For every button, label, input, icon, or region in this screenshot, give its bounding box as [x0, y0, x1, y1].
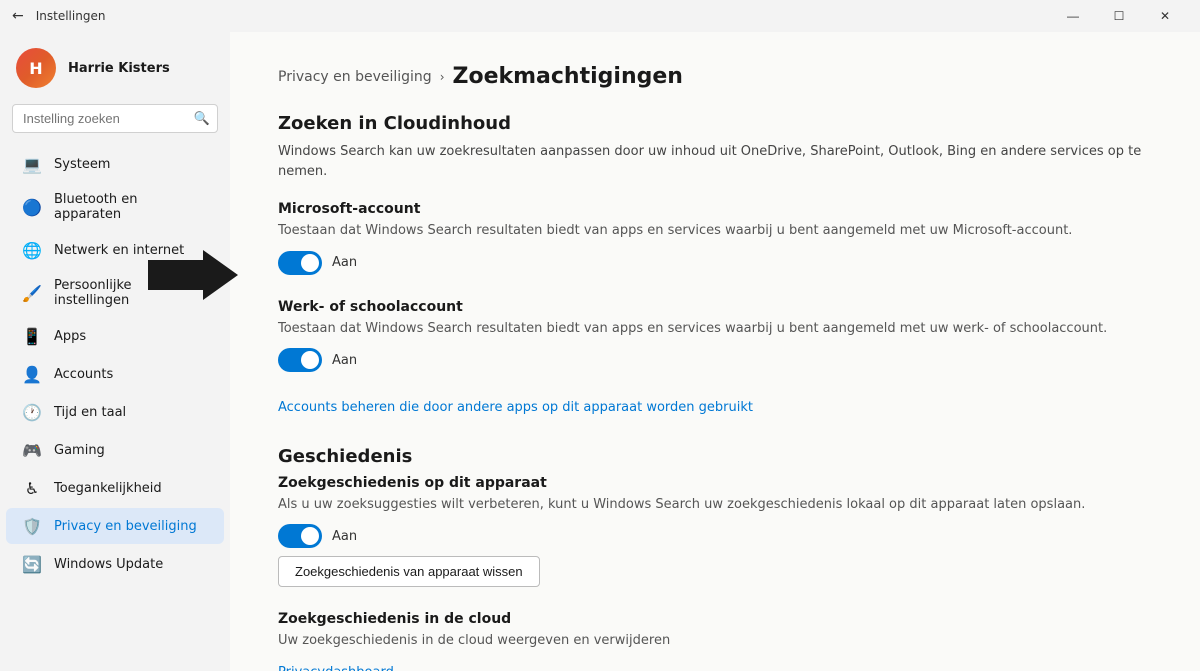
work-account-toggle[interactable] [278, 348, 322, 372]
sidebar-label-update: Windows Update [54, 557, 163, 572]
app-title: Instellingen [36, 9, 106, 23]
sidebar-label-bluetooth: Bluetooth en apparaten [54, 192, 208, 222]
gaming-icon: 🎮 [22, 440, 42, 460]
sidebar-item-accounts[interactable]: 👤 Accounts [6, 356, 224, 392]
update-icon: 🔄 [22, 554, 42, 574]
apps-icon: 📱 [22, 326, 42, 346]
device-history-toggle-label: Aan [332, 529, 357, 544]
search-box[interactable]: 🔍 [12, 104, 218, 133]
breadcrumb: Privacy en beveiliging › Zoekmachtiginge… [278, 64, 1152, 89]
breadcrumb-sep: › [440, 70, 445, 84]
privacy-icon: 🛡️ [22, 516, 42, 536]
work-account-block: Werk- of schoolaccount Toestaan dat Wind… [278, 299, 1152, 373]
accounts-icon: 👤 [22, 364, 42, 384]
netwerk-icon: 🌐 [22, 240, 42, 260]
back-button[interactable]: ← [12, 8, 24, 24]
user-profile: H Harrie Kisters [0, 32, 230, 100]
persoonlijk-icon: 🖌️ [22, 283, 42, 303]
sidebar-label-toegankelijkheid: Toegankelijkheid [54, 481, 162, 496]
cloud-section-desc: Windows Search kan uw zoekresultaten aan… [278, 142, 1152, 181]
device-history-toggle-row: Aan [278, 524, 1152, 548]
microsoft-account-label: Microsoft-account [278, 201, 1152, 217]
microsoft-account-toggle-label: Aan [332, 255, 357, 270]
breadcrumb-parent[interactable]: Privacy en beveiliging [278, 69, 432, 85]
sidebar-label-netwerk: Netwerk en internet [54, 243, 184, 258]
bluetooth-icon: 🔵 [22, 197, 42, 217]
microsoft-account-toggle[interactable] [278, 251, 322, 275]
cloud-history-block: Zoekgeschiedenis in de cloud Uw zoekgesc… [278, 611, 1152, 671]
sidebar-item-toegankelijkheid[interactable]: ♿ Toegankelijkheid [6, 470, 224, 506]
manage-accounts-link[interactable]: Accounts beheren die door andere apps op… [278, 400, 753, 415]
device-history-label: Zoekgeschiedenis op dit apparaat [278, 475, 1152, 491]
sidebar-label-systeem: Systeem [54, 157, 110, 172]
main-content: Privacy en beveiliging › Zoekmachtiginge… [230, 32, 1200, 671]
sidebar-label-tijd: Tijd en taal [54, 405, 126, 420]
sidebar-item-apps[interactable]: 📱 Apps [6, 318, 224, 354]
sidebar-label-privacy: Privacy en beveiliging [54, 519, 197, 534]
sidebar-item-netwerk[interactable]: 🌐 Netwerk en internet [6, 232, 224, 268]
microsoft-account-block: Microsoft-account Toestaan dat Windows S… [278, 201, 1152, 275]
cloud-section-title: Zoeken in Cloudinhoud [278, 113, 1152, 134]
device-history-block: Zoekgeschiedenis op dit apparaat Als u u… [278, 475, 1152, 588]
device-history-toggle[interactable] [278, 524, 322, 548]
search-icon: 🔍 [194, 111, 210, 126]
work-account-toggle-label: Aan [332, 353, 357, 368]
minimize-button[interactable]: — [1050, 0, 1096, 32]
sidebar-item-update[interactable]: 🔄 Windows Update [6, 546, 224, 582]
work-account-sublabel: Toestaan dat Windows Search resultaten b… [278, 319, 1152, 339]
search-input[interactable] [12, 104, 218, 133]
history-section-title: Geschiedenis [278, 446, 1152, 467]
tijd-icon: 🕐 [22, 402, 42, 422]
systeem-icon: 💻 [22, 154, 42, 174]
avatar: H [16, 48, 56, 88]
sidebar-label-apps: Apps [54, 329, 86, 344]
title-bar: ← Instellingen — ☐ ✕ [0, 0, 1200, 32]
sidebar-item-privacy[interactable]: 🛡️ Privacy en beveiliging [6, 508, 224, 544]
maximize-button[interactable]: ☐ [1096, 0, 1142, 32]
clear-history-button[interactable]: Zoekgeschiedenis van apparaat wissen [278, 556, 540, 587]
sidebar-item-tijd[interactable]: 🕐 Tijd en taal [6, 394, 224, 430]
sidebar-item-bluetooth[interactable]: 🔵 Bluetooth en apparaten [6, 184, 224, 230]
sidebar-label-accounts: Accounts [54, 367, 113, 382]
cloud-history-label: Zoekgeschiedenis in de cloud [278, 611, 1152, 627]
user-name: Harrie Kisters [68, 61, 170, 76]
sidebar-item-persoonlijk[interactable]: 🖌️ Persoonlijke instellingen [6, 270, 224, 316]
microsoft-account-sublabel: Toestaan dat Windows Search resultaten b… [278, 221, 1152, 241]
sidebar-item-gaming[interactable]: 🎮 Gaming [6, 432, 224, 468]
sidebar: H Harrie Kisters 🔍 💻 Systeem 🔵 Bluetooth… [0, 32, 230, 671]
cloud-history-desc: Uw zoekgeschiedenis in de cloud weergeve… [278, 631, 1152, 651]
sidebar-item-systeem[interactable]: 💻 Systeem [6, 146, 224, 182]
breadcrumb-current: Zoekmachtigingen [453, 64, 683, 89]
toegankelijkheid-icon: ♿ [22, 478, 42, 498]
close-button[interactable]: ✕ [1142, 0, 1188, 32]
microsoft-account-toggle-row: Aan [278, 251, 1152, 275]
sidebar-label-gaming: Gaming [54, 443, 105, 458]
work-account-toggle-row: Aan [278, 348, 1152, 372]
work-account-label: Werk- of schoolaccount [278, 299, 1152, 315]
sidebar-label-persoonlijk: Persoonlijke instellingen [54, 278, 208, 308]
device-history-sublabel: Als u uw zoeksuggesties wilt verbeteren,… [278, 495, 1152, 515]
privacy-dashboard-link[interactable]: Privacydashboard [278, 665, 394, 671]
